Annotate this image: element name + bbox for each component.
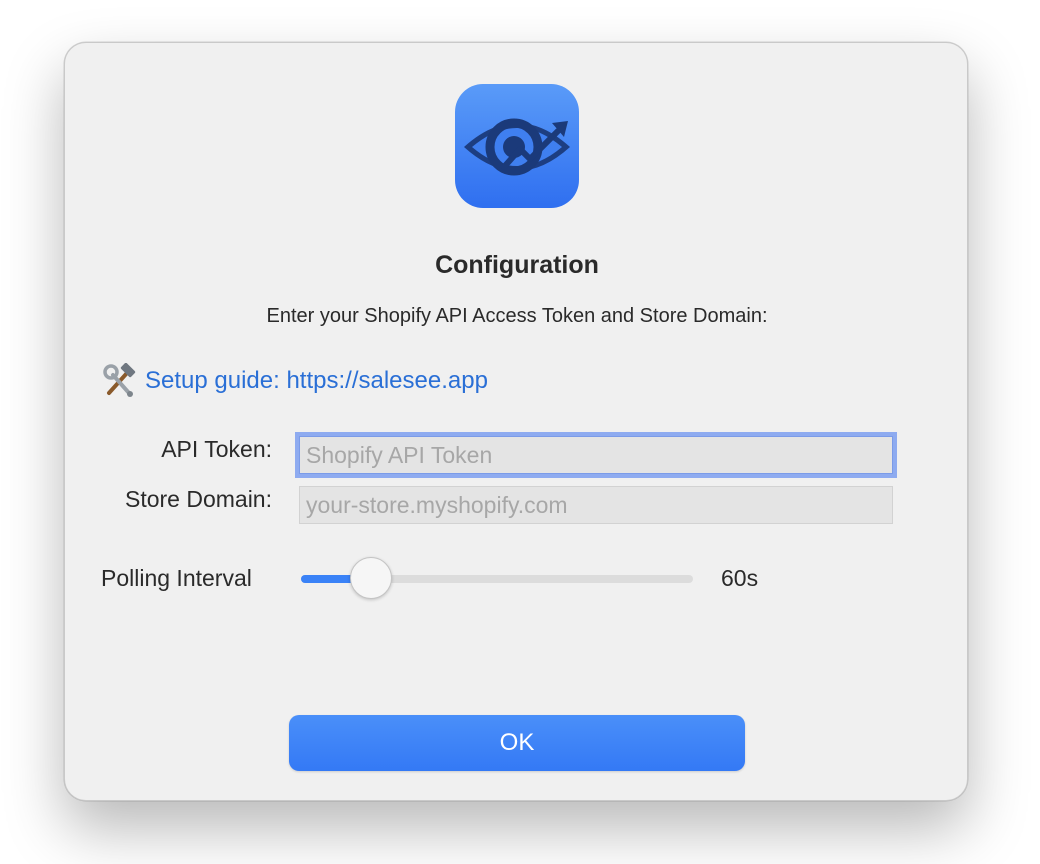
polling-interval-label: Polling Interval — [101, 565, 252, 591]
setup-guide-link[interactable]: Setup guide: https://salesee.app — [145, 367, 488, 395]
api-token-input[interactable] — [299, 436, 893, 474]
app-icon — [455, 84, 579, 208]
slider-knob[interactable] — [350, 557, 392, 599]
dialog-subtitle: Enter your Shopify API Access Token and … — [266, 305, 768, 327]
dialog-title: Configuration — [435, 251, 599, 279]
api-token-label: API Token: — [161, 436, 272, 462]
polling-interval-slider[interactable] — [301, 557, 693, 601]
polling-interval-value: 60s — [721, 565, 759, 591]
configuration-dialog: Configuration Enter your Shopify API Acc… — [64, 42, 968, 801]
ok-button[interactable]: OK — [289, 715, 745, 771]
store-domain-input[interactable] — [299, 486, 893, 524]
store-domain-label: Store Domain: — [124, 486, 272, 512]
hammer-wrench-icon — [103, 363, 136, 397]
setup-guide-row: Setup guide: https://salesee.app — [101, 363, 488, 399]
